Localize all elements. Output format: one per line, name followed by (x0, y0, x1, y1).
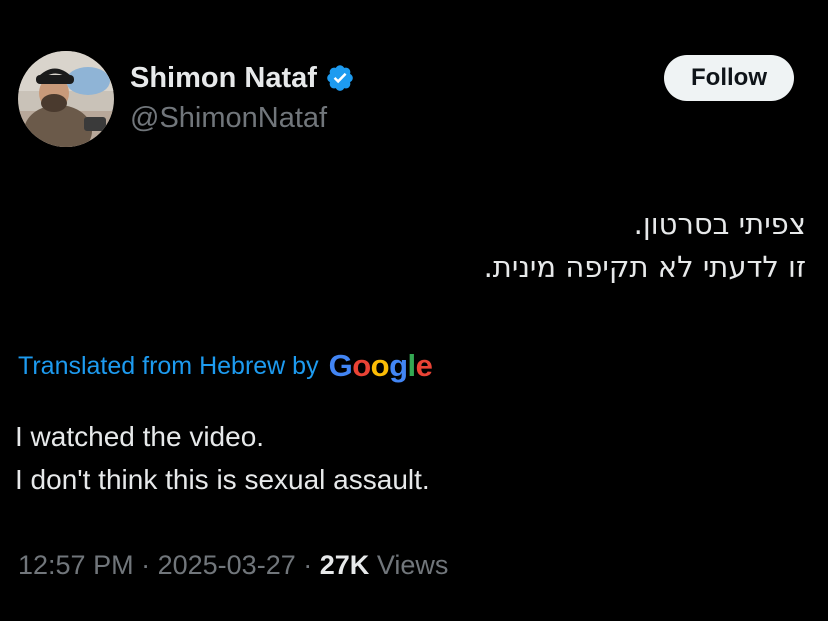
views-count[interactable]: 27K (320, 550, 370, 580)
translation-notice[interactable]: Translated from Hebrew by Google (18, 344, 433, 388)
tweet-original-text: צפיתי בסרטון. זו לדעתי לא תקיפה מינית. (106, 203, 806, 289)
google-logo: Google (328, 348, 433, 383)
tweet-translated-line: I watched the video. (15, 421, 265, 452)
tweet-meta: 12:57 PM · 2025-03-27 · 27K Views (18, 546, 448, 584)
translation-notice-text[interactable]: Translated from Hebrew by (18, 352, 319, 381)
follow-button[interactable]: Follow (664, 55, 794, 101)
views-label: Views (376, 550, 449, 580)
author-handle[interactable]: @ShimonNataf (130, 99, 327, 137)
verified-badge-icon[interactable] (325, 63, 355, 93)
author-name[interactable]: Shimon Nataf (130, 58, 355, 98)
tweet-translated-text: I watched the video. I don't think this … (15, 415, 430, 501)
tweet-original-line: צפיתי בסרטון. (633, 207, 806, 241)
avatar-image (18, 51, 114, 147)
tweet-date[interactable]: 2025-03-27 (158, 550, 296, 580)
meta-separator: · (303, 550, 313, 580)
meta-separator: · (141, 550, 151, 580)
author-name-text[interactable]: Shimon Nataf (130, 58, 317, 98)
tweet-time[interactable]: 12:57 PM (18, 550, 134, 580)
tweet-original-line: זו לדעתי לא תקיפה מינית. (483, 250, 806, 284)
avatar[interactable] (18, 51, 114, 147)
tweet-translated-line: I don't think this is sexual assault. (15, 464, 430, 495)
